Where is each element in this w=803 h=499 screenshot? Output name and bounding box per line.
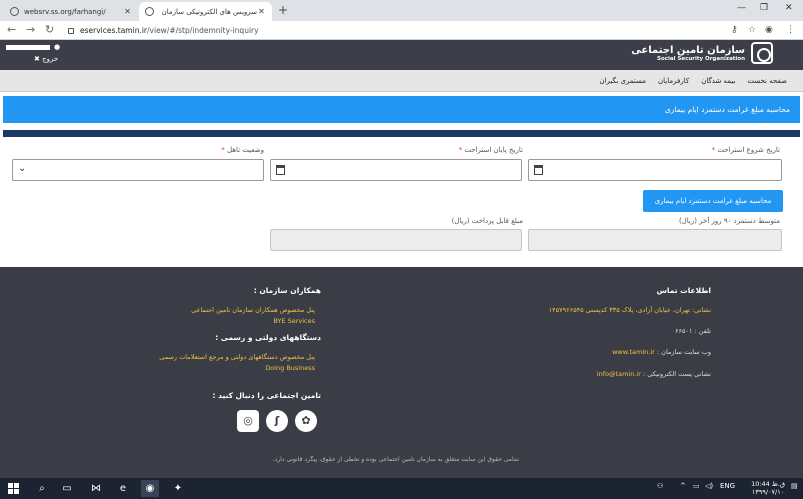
nav-employers[interactable]: کارفرمایان <box>652 70 695 92</box>
close-tab-icon[interactable]: ✕ <box>257 7 266 16</box>
email-text: نشانی پست الکترونیکی : info@tamin.ir <box>596 370 711 378</box>
site-favicon-icon <box>145 7 154 16</box>
search-icon[interactable]: ⌕ <box>33 480 51 497</box>
doing-business-link[interactable]: Doing Business <box>265 364 315 372</box>
battery-icon[interactable]: ▭ <box>693 482 700 490</box>
lock-icon <box>68 27 74 34</box>
bookmark-star-icon[interactable]: ☆ <box>748 24 756 36</box>
clock[interactable]: 10:44 ق.ظ ۱۳۹۹/۰۷/۱۰ <box>751 480 785 496</box>
site-nav: صفحه نخست بیمه شدگان کارفرمایان مستمری ب… <box>0 70 803 92</box>
website-link[interactable]: www.tamin.ir <box>612 348 655 356</box>
nav-home[interactable]: صفحه نخست <box>741 70 793 92</box>
gov-panel-link[interactable]: پنل مخصوص دستگاههای دولتی و مرجع استعلام… <box>159 353 315 361</box>
profile-icon[interactable]: ◉ <box>765 24 773 36</box>
browser-tabbar: websrv.ss.org/farhangi/ ✕ سرویس های الکت… <box>0 0 803 21</box>
payable-amount-label: مبلغ قابل پرداخت (ریال) <box>451 217 523 225</box>
browser-tab-websrv[interactable]: websrv.ss.org/farhangi/ ✕ <box>4 2 138 21</box>
site-logo[interactable]: سازمان تامین اجتماعی Social Security Org… <box>631 42 773 64</box>
notifications-icon[interactable]: ▤ <box>791 482 798 490</box>
task-view-icon[interactable]: ▭ <box>58 480 76 497</box>
window-close-icon[interactable]: ✕ <box>785 3 793 13</box>
partners-title: همکاران سازمان : <box>253 286 321 295</box>
aparat-icon[interactable]: ✿ <box>295 410 317 432</box>
logo-emblem-icon <box>751 42 773 64</box>
end-date-label: تاریخ پایان استراحت * <box>458 146 523 154</box>
marital-status-label: وضعیت تاهل * <box>221 146 264 154</box>
clock-date: ۱۳۹۹/۰۷/۱۰ <box>751 488 785 496</box>
marital-status-select[interactable]: ⌄ <box>12 159 264 181</box>
avg-wage-field <box>528 229 782 251</box>
avg-wage-label: متوسط دستمزد ۹۰ روز آخر (ریال) <box>678 217 780 225</box>
network-app-icon[interactable]: ⋈ <box>87 480 105 497</box>
nav-insured[interactable]: بیمه شدگان <box>695 70 741 92</box>
address-text: نشانی: تهران، خیابان آزادی، پلاک ۳۳۵ کدپ… <box>548 306 711 314</box>
app-icon[interactable]: ✦ <box>169 480 187 497</box>
start-date-field[interactable] <box>528 159 782 181</box>
clock-time: 10:44 ق.ظ <box>751 480 785 488</box>
browser-tab-tamin[interactable]: سرویس های الکترونیکی سازمان تام ✕ <box>139 2 272 21</box>
follow-title: تامین اجتماعی را دنبال کنید : <box>212 391 322 400</box>
tab-title: websrv.ss.org/farhangi/ <box>24 7 106 16</box>
people-icon[interactable]: ⚇ <box>657 482 663 490</box>
new-tab-button[interactable]: + <box>278 3 288 17</box>
email-link[interactable]: info@tamin.ir <box>597 370 641 378</box>
start-date-label: تاریخ شروع استراحت * <box>711 146 780 154</box>
instagram-icon[interactable]: ◎ <box>237 410 259 432</box>
tab-title: سرویس های الکترونیکی سازمان تام <box>159 7 257 16</box>
reload-icon[interactable]: ↻ <box>45 23 54 37</box>
minimize-icon[interactable]: — <box>737 3 746 13</box>
menu-dots-icon[interactable]: ⋮ <box>786 24 795 36</box>
site-header: ● ✖ خروج سازمان تامین اجتماعی Social Sec… <box>0 40 803 70</box>
calendar-icon[interactable] <box>534 165 543 175</box>
forward-arrow-icon[interactable]: → <box>26 23 35 37</box>
close-tab-icon[interactable]: ✕ <box>123 7 132 16</box>
edge-icon[interactable]: e <box>114 480 132 497</box>
address-bar[interactable]: eservices.tamin.ir /view/#/stp/indemnity… <box>68 24 728 37</box>
soroush-icon[interactable]: ʃ <box>266 410 288 432</box>
maximize-icon[interactable]: ❐ <box>760 3 768 13</box>
chevron-down-icon: ⌄ <box>18 163 27 174</box>
partners-panel-link[interactable]: پنل مخصوص همکاران سازمان تامین اجتماعی <box>191 306 315 314</box>
end-date-field[interactable] <box>270 159 522 181</box>
gov-title: دستگاههای دولتی و رسمی : <box>215 333 321 342</box>
tray-chevron-icon[interactable]: ^ <box>680 482 686 490</box>
phone-text: تلفن : ۶۶۵۰۱ <box>675 327 711 335</box>
nav-pensioners[interactable]: مستمری بگیران <box>593 70 652 92</box>
windows-taskbar: ⌕ ▭ ⋈ e ◉ ✦ ⚇ ^ ▭ ◁) ENG 10:44 ق.ظ ۱۳۹۹/… <box>0 478 803 499</box>
page-title: محاسبه مبلغ غرامت دستمزد ایام بیماری <box>3 96 800 123</box>
url-path: /view/#/stp/indemnity-inquiry <box>147 26 259 35</box>
copyright-text: تمامی حقوق این سایت متعلق به سازمان تامی… <box>272 456 519 463</box>
calculate-button[interactable]: محاسبه مبلغ غرامت دستمزد ایام بیماری <box>643 190 783 212</box>
user-name: ● <box>6 43 60 51</box>
contact-title: اطلاعات تماس <box>656 286 711 295</box>
calendar-icon[interactable] <box>276 165 285 175</box>
chrome-icon[interactable]: ◉ <box>141 480 159 497</box>
windows-start-icon[interactable] <box>8 483 19 494</box>
section-divider <box>3 130 800 137</box>
logo-text-en: Social Security Organization <box>657 55 745 62</box>
language-indicator[interactable]: ENG <box>720 482 735 490</box>
browser-toolbar: ← → ↻ eservices.tamin.ir /view/#/stp/ind… <box>0 21 803 40</box>
logout-link[interactable]: ✖ خروج <box>34 55 58 63</box>
globe-icon <box>10 7 19 16</box>
logo-text-fa: سازمان تامین اجتماعی <box>631 44 745 56</box>
bye-services-link[interactable]: BYE Services <box>273 317 315 325</box>
payable-amount-field <box>270 229 522 251</box>
back-arrow-icon[interactable]: ← <box>7 23 16 37</box>
url-host: eservices.tamin.ir <box>80 26 148 35</box>
volume-icon[interactable]: ◁) <box>705 482 713 490</box>
user-icon: ● <box>54 43 61 51</box>
key-icon[interactable]: ⚷ <box>731 24 738 36</box>
website-text: وب سایت سازمان : www.tamin.ir <box>612 348 711 356</box>
